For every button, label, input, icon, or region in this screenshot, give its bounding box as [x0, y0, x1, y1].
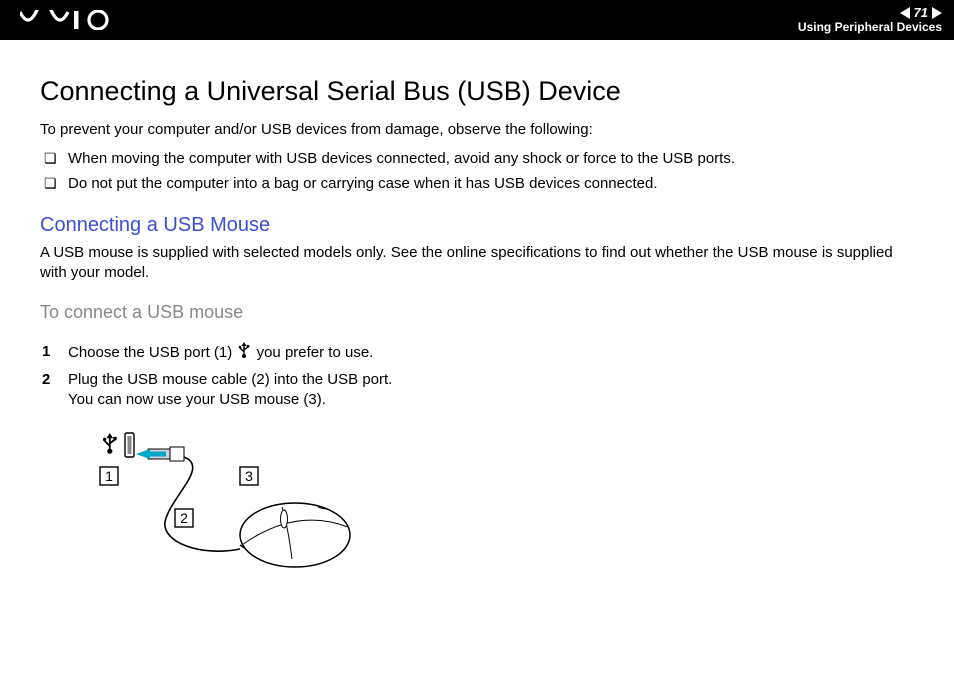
intro-text: To prevent your computer and/or USB devi… — [40, 121, 922, 138]
header-bar: 71 Using Peripheral Devices — [0, 0, 954, 40]
task-heading: To connect a USB mouse — [40, 302, 922, 323]
page-title: Connecting a Universal Serial Bus (USB) … — [40, 76, 922, 107]
prev-page-arrow[interactable] — [900, 7, 910, 19]
step-text: You can now use your USB mouse (3). — [68, 391, 326, 408]
step-item: Choose the USB port (1) you prefer to us… — [40, 339, 922, 367]
step-text: Plug the USB mouse cable (2) into the US… — [68, 371, 392, 388]
warning-list: When moving the computer with USB device… — [40, 146, 922, 196]
vaio-logo — [20, 10, 116, 30]
page-nav-block: 71 Using Peripheral Devices — [798, 6, 942, 33]
list-item: Do not put the computer into a bag or ca… — [40, 171, 922, 196]
page-number: 71 — [914, 6, 928, 20]
section-name: Using Peripheral Devices — [798, 21, 942, 34]
step-item: Plug the USB mouse cable (2) into the US… — [40, 367, 922, 414]
usb-icon — [238, 342, 250, 364]
connection-diagram: 1 2 3 — [70, 427, 922, 582]
step-text: you prefer to use. — [252, 344, 373, 361]
step-text: Choose the USB port (1) — [68, 344, 236, 361]
page-content: Connecting a Universal Serial Bus (USB) … — [0, 40, 954, 602]
diagram-label-1: 1 — [105, 468, 113, 484]
diagram-label-3: 3 — [245, 468, 253, 484]
sub-paragraph: A USB mouse is supplied with selected mo… — [40, 243, 922, 284]
steps-list: Choose the USB port (1) you prefer to us… — [40, 339, 922, 414]
next-page-arrow[interactable] — [932, 7, 942, 19]
list-item: When moving the computer with USB device… — [40, 146, 922, 171]
subheading: Connecting a USB Mouse — [40, 214, 922, 237]
diagram-label-2: 2 — [180, 510, 188, 526]
